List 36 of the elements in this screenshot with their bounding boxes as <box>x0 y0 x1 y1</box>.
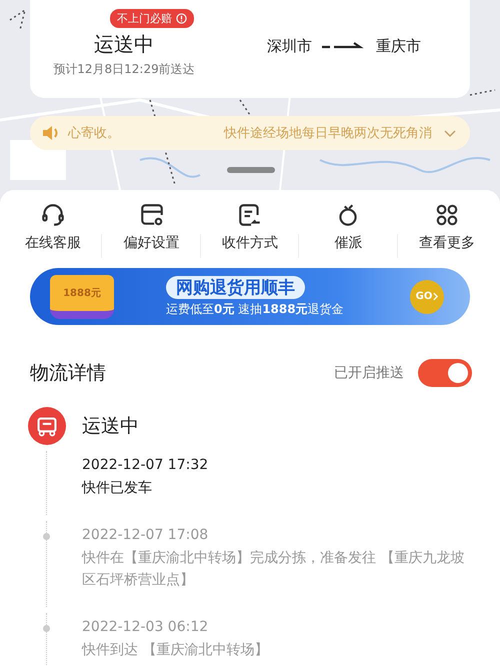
event-time: 2022-12-03 06:12 <box>82 619 210 635</box>
event-time: 2022-12-07 17:08 <box>82 527 210 543</box>
destination-city: 重庆市 <box>376 36 421 56</box>
event-description: 快件在【重庆渝北中转场】完成分拣，准备发往 【重庆九龙坡区石坪桥营业点】 <box>82 549 466 590</box>
section-title: 物流详情 <box>30 361 106 386</box>
route-arrow-icon <box>322 42 366 50</box>
chevron-icon <box>433 292 438 301</box>
truck-icon <box>28 407 66 445</box>
action-item[interactable]: 在线客服 <box>4 198 102 256</box>
card-icon <box>138 202 165 228</box>
action-item[interactable]: 偏好设置 <box>102 198 201 256</box>
chevron-icon[interactable] <box>444 129 456 137</box>
speaker-icon <box>42 125 60 141</box>
status-title: 运送中 <box>94 31 154 58</box>
action-item[interactable]: 催派 <box>299 198 398 256</box>
warning-icon <box>176 13 187 24</box>
status-title: 运送中 <box>82 414 139 439</box>
claim-badge[interactable]: 不上门必赔 <box>110 9 194 28</box>
action-item[interactable]: 收件方式 <box>200 198 300 256</box>
banner-title: 网购退货用顺丰 <box>166 276 305 298</box>
push-toggle[interactable] <box>418 359 472 387</box>
headset-icon <box>40 202 66 228</box>
eta-text: 预计12月8日12:29前送达 <box>53 61 195 78</box>
banner-subtitle: 运费低至0元 速抽1888元退货金 <box>166 300 344 318</box>
grid-icon <box>434 202 460 228</box>
origin-city: 深圳市 <box>267 36 312 56</box>
notice-text: 心寄收。 <box>68 125 120 142</box>
promo-banner[interactable]: 1888元 网购退货用顺丰 运费低至0元 速抽1888元退货金 GO <box>30 268 470 325</box>
push-label: 已开启推送 <box>334 364 404 382</box>
drag-handle[interactable] <box>227 167 275 173</box>
event-description: 快件到达 【重庆渝北中转场】 <box>82 641 268 660</box>
ticket-text: 1888元 <box>63 286 101 300</box>
action-item[interactable]: 查看更多 <box>398 198 496 256</box>
notice-text: 快件途经场地每日早晚两次无死角消 <box>224 125 432 142</box>
event-description: 快件已发车 <box>82 479 153 498</box>
event-time: 2022-12-07 17:32 <box>82 457 208 473</box>
